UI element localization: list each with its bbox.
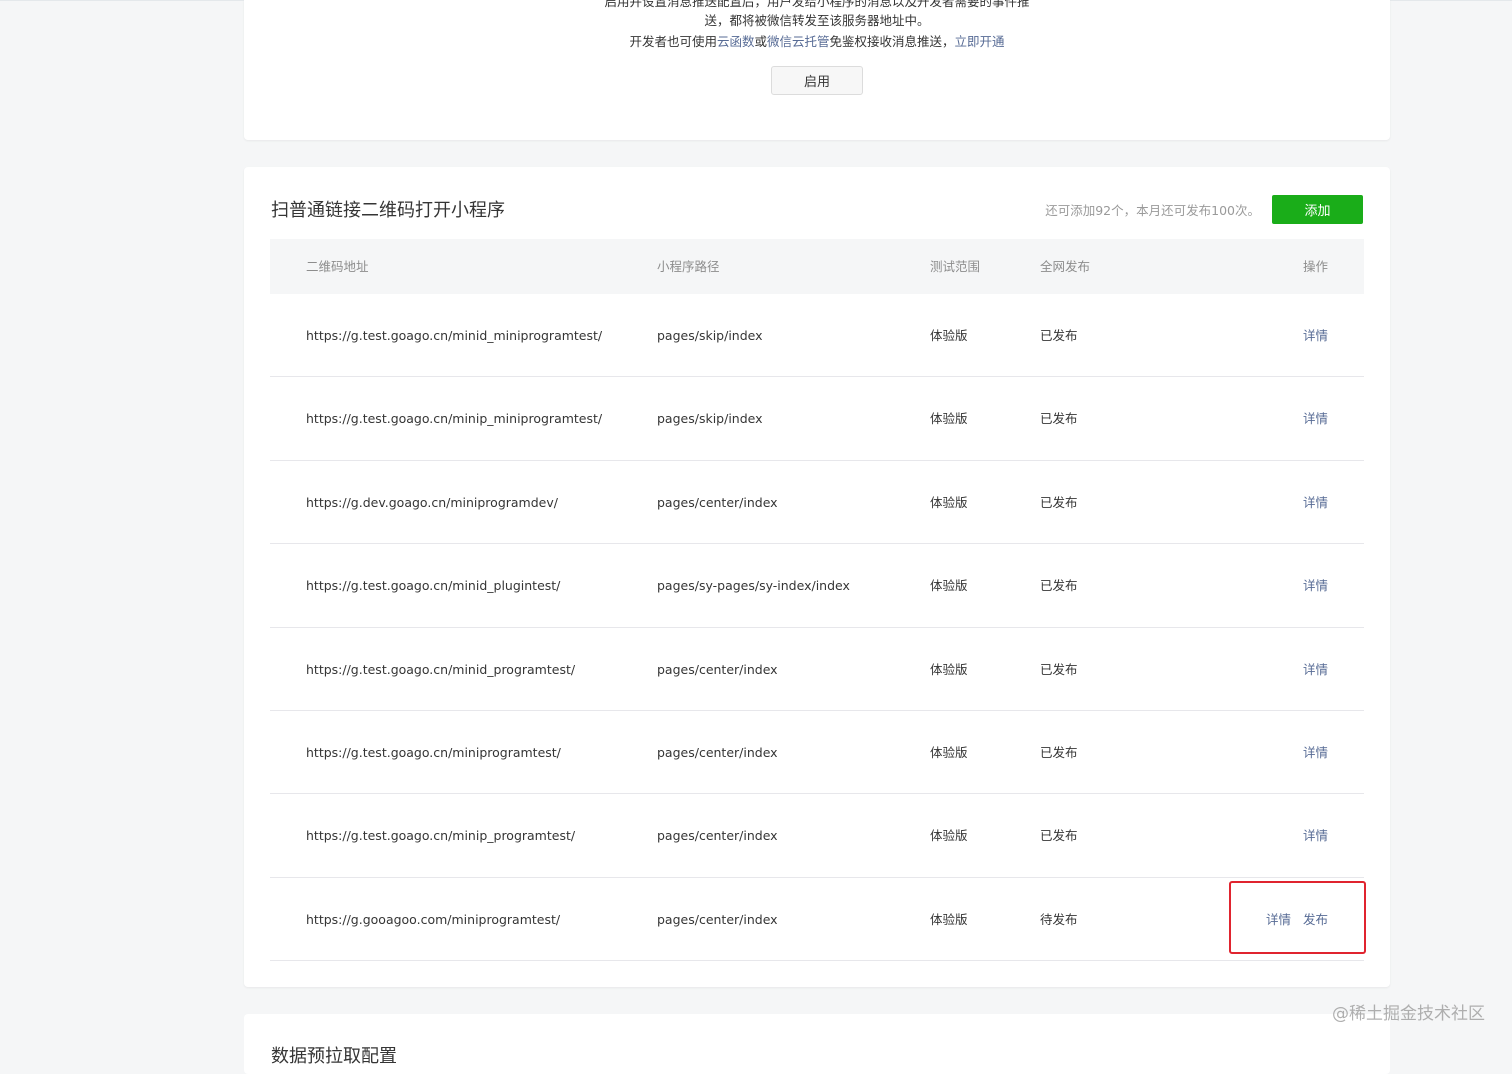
notice-line-0: 启用并设置消息推送配置后，用户发给小程序的消息以及开发者需要的事件推 (604, 0, 1030, 9)
row-actions: 详情 (1303, 711, 1328, 794)
test-range: 体验版 (930, 328, 968, 343)
table-row: https://g.test.goago.cn/minid_plugintest… (270, 544, 1364, 628)
qrcode-url: https://g.test.goago.cn/minid_miniprogra… (306, 328, 603, 343)
qrcode-url: https://g.test.goago.cn/minip_programtes… (306, 828, 576, 844)
qrcode-url: https://g.test.goago.cn/minid_programtes… (306, 661, 576, 677)
row-actions: 详情 (1303, 294, 1328, 377)
qrcode-url: https://g.test.goago.cn/miniprogramtest/ (306, 744, 561, 760)
miniprogram-path: pages/center/index (657, 911, 778, 927)
row-actions: 详情 (1303, 544, 1328, 627)
test-range: 体验版 (930, 828, 968, 844)
publish-status: 已发布 (1040, 661, 1078, 677)
cloud-function-link[interactable]: 云函数 (717, 34, 755, 49)
miniprogram-path: pages/center/index (657, 828, 778, 844)
miniprogram-path: pages/center/index (657, 744, 778, 760)
notice-line-1: 送，都将被微信转发至该服务器地址中。 (704, 13, 930, 28)
detail-link[interactable]: 详情 (1303, 495, 1328, 510)
test-range: 体验版 (930, 744, 968, 760)
miniprogram-path: pages/center/index (657, 661, 778, 677)
notice-or: 或 (754, 34, 767, 49)
qrcode-url: https://g.test.goago.cn/minid_plugintest… (306, 578, 561, 594)
wechat-cloud-hosting-link[interactable]: 微信云托管 (767, 34, 830, 49)
notice-suffix: 免鉴权接收消息推送， (829, 34, 955, 49)
message-push-card: 启用并设置消息推送配置后，用户发给小程序的消息以及开发者需要的事件推 送，都将被… (244, 0, 1390, 140)
notice-prefix: 开发者也可使用 (629, 34, 717, 49)
publish-status: 已发布 (1040, 744, 1078, 760)
test-range: 体验版 (930, 578, 968, 594)
qrcode-rules-table: 二维码地址 小程序路径 测试范围 全网发布 操作 https://g.test.… (270, 239, 1364, 962)
qrcode-url: https://g.test.goago.cn/minip_miniprogra… (306, 411, 603, 427)
add-button[interactable]: 添加 (1272, 195, 1363, 224)
table-row: https://g.test.goago.cn/miniprogramtest/… (270, 711, 1364, 795)
table-row: https://g.test.goago.cn/minip_miniprogra… (270, 377, 1364, 461)
qrcode-url: https://g.gooagoo.com/miniprogramtest/ (306, 911, 561, 927)
row-actions: 详情 (1303, 628, 1328, 711)
detail-link[interactable]: 详情 (1303, 578, 1328, 593)
miniprogram-path: pages/center/index (657, 494, 778, 510)
miniprogram-path: pages/skip/index (657, 411, 763, 427)
detail-link[interactable]: 详情 (1303, 411, 1328, 426)
enable-button[interactable]: 启用 (771, 66, 863, 95)
bottom-section-title: 数据预拉取配置 (271, 1046, 397, 1067)
table-row: https://g.test.goago.cn/minid_miniprogra… (270, 294, 1364, 378)
table-row: https://g.test.goago.cn/minip_programtes… (270, 794, 1364, 878)
table-row: https://g.test.goago.cn/minid_programtes… (270, 628, 1364, 711)
column-header-publish-status: 全网发布 (1040, 259, 1091, 274)
row-actions: 详情 (1303, 794, 1328, 877)
detail-link[interactable]: 详情 (1303, 745, 1328, 760)
data-prefetch-card: 数据预拉取配置 (244, 1014, 1390, 1074)
publish-status: 已发布 (1040, 494, 1078, 510)
column-header-test-range: 测试范围 (930, 259, 981, 274)
table-header: 二维码地址 小程序路径 测试范围 全网发布 操作 (270, 239, 1364, 294)
test-range: 体验版 (930, 911, 968, 927)
column-header-qrcode-url: 二维码地址 (306, 259, 369, 274)
miniprogram-path: pages/skip/index (657, 328, 763, 343)
row-actions: 详情 (1303, 461, 1328, 544)
publish-link[interactable]: 发布 (1303, 912, 1328, 927)
watermark: @稀土掘金技术社区 (1332, 1004, 1485, 1024)
detail-link[interactable]: 详情 (1303, 662, 1328, 677)
table-row: https://g.dev.goago.cn/miniprogramdev/ p… (270, 461, 1364, 545)
activate-now-link[interactable]: 立即开通 (955, 34, 1005, 49)
quota-text: 还可添加92个，本月还可发布100次。 (1045, 203, 1260, 218)
test-range: 体验版 (930, 494, 968, 510)
detail-link[interactable]: 详情 (1266, 912, 1291, 927)
publish-status: 已发布 (1040, 411, 1078, 427)
miniprogram-path: pages/sy-pages/sy-index/index (657, 578, 850, 594)
publish-status: 已发布 (1040, 328, 1078, 343)
qrcode-link-card: 扫普通链接二维码打开小程序 还可添加92个，本月还可发布100次。 添加 二维码… (244, 167, 1390, 987)
test-range: 体验版 (930, 411, 968, 427)
detail-link[interactable]: 详情 (1303, 828, 1328, 843)
notice-line-2: 开发者也可使用云函数或微信云托管免鉴权接收消息推送，立即开通 (244, 31, 1390, 50)
publish-status: 待发布 (1040, 911, 1078, 927)
row-actions: 详情 发布 (1266, 878, 1328, 961)
detail-link[interactable]: 详情 (1303, 328, 1328, 343)
publish-status: 已发布 (1040, 828, 1078, 844)
row-actions: 详情 (1303, 377, 1328, 460)
publish-status: 已发布 (1040, 578, 1078, 594)
section-title: 扫普通链接二维码打开小程序 (271, 200, 505, 221)
test-range: 体验版 (930, 661, 968, 677)
table-row: https://g.gooagoo.com/miniprogramtest/ p… (270, 878, 1364, 962)
qrcode-url: https://g.dev.goago.cn/miniprogramdev/ (306, 494, 558, 510)
column-header-actions: 操作 (1302, 259, 1328, 274)
column-header-miniprogram-path: 小程序路径 (657, 259, 720, 274)
